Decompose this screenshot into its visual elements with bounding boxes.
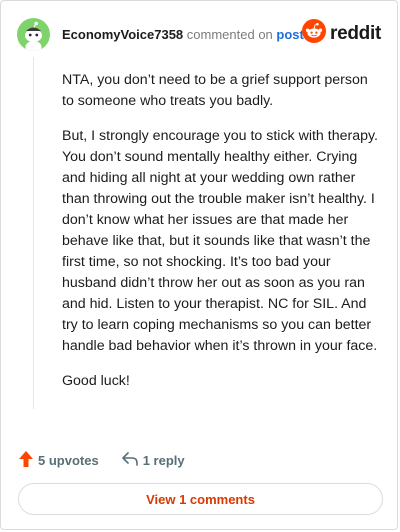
comment-paragraph: NTA, you don’t need to be a grief suppor… bbox=[62, 72, 368, 109]
comment-meta: EconomyVoice7358 commented on post bbox=[62, 27, 304, 42]
comment-card: EconomyVoice7358 commented on post reddi… bbox=[0, 0, 398, 530]
thread-line[interactable] bbox=[33, 57, 34, 409]
comment-paragraph: But, I strongly encourage you to stick w… bbox=[62, 128, 378, 354]
reply-arrow-icon bbox=[121, 451, 139, 470]
reply-count: 1 reply bbox=[142, 452, 185, 468]
comment-paragraph: Good luck! bbox=[62, 373, 130, 389]
user-avatar-icon[interactable] bbox=[17, 17, 50, 51]
reddit-logo-icon bbox=[302, 19, 327, 48]
upvote-button[interactable]: 5 upvotes bbox=[18, 450, 99, 471]
upvote-arrow-icon bbox=[18, 450, 34, 471]
commented-on-text: commented on bbox=[186, 26, 273, 42]
reply-button[interactable]: 1 reply bbox=[121, 451, 185, 470]
comment-body: NTA, you don’t need to be a grief suppor… bbox=[62, 70, 380, 406]
upvote-count: 5 upvotes bbox=[38, 452, 99, 468]
username-link[interactable]: EconomyVoice7358 bbox=[62, 27, 183, 42]
comment-actions: 5 upvotes 1 reply bbox=[18, 449, 185, 471]
view-comments-button[interactable]: View 1 comments bbox=[18, 483, 383, 515]
reddit-wordmark: reddit bbox=[330, 22, 381, 44]
comment-header: EconomyVoice7358 commented on post reddi… bbox=[17, 17, 381, 51]
reddit-brand[interactable]: reddit bbox=[302, 19, 381, 48]
post-link[interactable]: post bbox=[276, 27, 303, 42]
